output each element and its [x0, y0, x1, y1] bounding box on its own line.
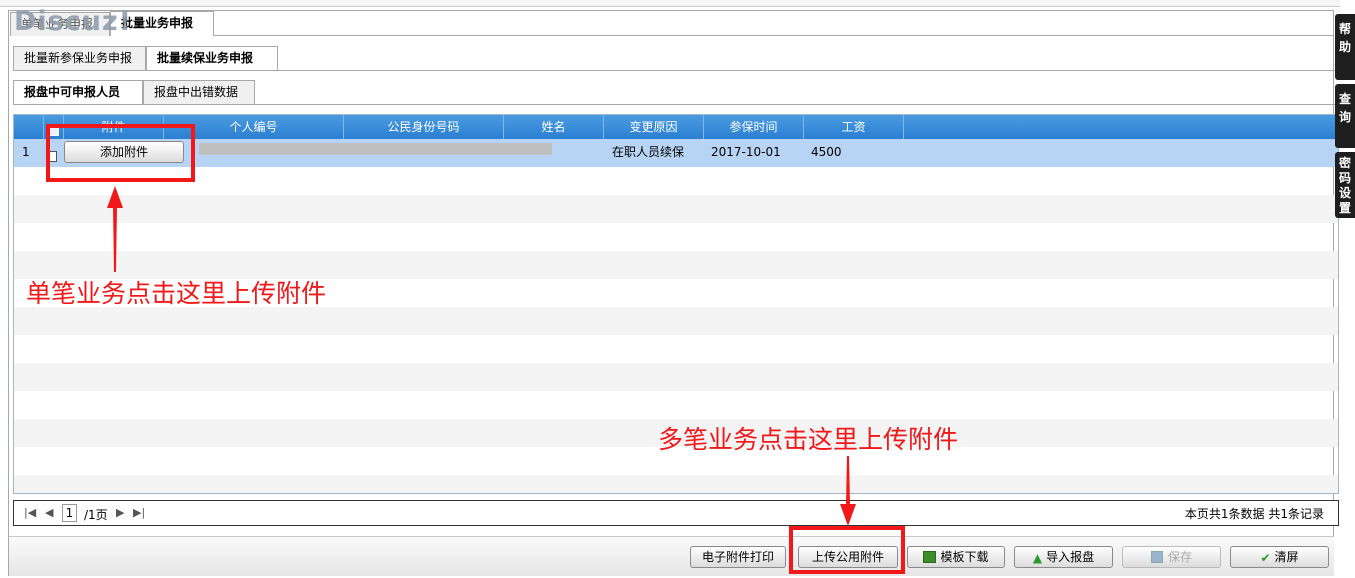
empty-row	[14, 195, 1338, 223]
grid-header: 附件 个人编号 公民身份号码 姓名 变更原因 参保时间 工资	[14, 115, 1338, 139]
side-tab-query[interactable]: 查询	[1335, 84, 1355, 148]
empty-row	[14, 223, 1338, 251]
first-page-icon[interactable]: |◀	[24, 506, 36, 519]
innertab-underline	[13, 104, 1339, 105]
top-strip	[0, 0, 1340, 7]
floppy-icon	[1150, 550, 1163, 563]
save-button[interactable]: 保存	[1122, 546, 1221, 568]
clear-button[interactable]: ✔ 清屏	[1230, 546, 1329, 568]
empty-row	[14, 363, 1338, 391]
arrow-down-icon	[840, 456, 856, 526]
side-tab-password[interactable]: 密码设置	[1335, 152, 1355, 218]
tab-underline	[214, 35, 1334, 36]
empty-row	[14, 335, 1338, 363]
import-label: 导入报盘	[1046, 550, 1095, 564]
watermark-logo: Discuz!	[14, 6, 132, 37]
excel-icon	[923, 550, 937, 563]
redacted-id-bar	[199, 143, 552, 155]
annotation-single: 单笔业务点击这里上传附件	[26, 279, 327, 308]
row-start-date: 2017-10-01	[711, 145, 781, 159]
prev-page-icon[interactable]: ◀	[45, 506, 53, 519]
page-number-input[interactable]: 1	[62, 504, 77, 522]
header-salary: 工资	[804, 115, 904, 139]
next-page-icon[interactable]: ▶	[116, 506, 124, 519]
row-reason: 在职人员续保	[612, 145, 685, 159]
last-page-icon[interactable]: ▶|	[133, 506, 145, 519]
tab-batch-new-insurance[interactable]: 批量新参保业务申报	[13, 46, 146, 70]
arrow-up-icon	[107, 186, 123, 272]
empty-row	[14, 307, 1338, 335]
empty-row	[14, 391, 1338, 419]
app-frame: 单笔业务申报 批量业务申报 Discuz! 批量新参保业务申报 批量续保业务申报…	[0, 0, 1355, 578]
pager: |◀ ◀ 1 /1页 ▶ ▶| 本页共1条数据 共1条记录	[13, 500, 1339, 526]
header-index	[14, 115, 44, 139]
page-total: /1页	[84, 508, 108, 522]
side-tab-query-label: 查询	[1339, 92, 1352, 124]
check-icon: ✔	[1260, 550, 1271, 565]
side-tab-help[interactable]: 帮助	[1335, 14, 1355, 80]
import-button[interactable]: ▲ 导入报盘	[1014, 546, 1113, 568]
table-row[interactable]: 1 添加附件 在职人员续保 2017-10-01 4500	[14, 139, 1338, 167]
header-name: 姓名	[504, 115, 604, 139]
upload-icon: ▲	[1032, 550, 1043, 565]
row-index: 1	[22, 145, 30, 159]
highlight-box-single	[46, 124, 195, 182]
header-reason: 变更原因	[604, 115, 704, 139]
header-start-date: 参保时间	[704, 115, 804, 139]
annotation-multi: 多笔业务点击这里上传附件	[658, 425, 959, 454]
save-label: 保存	[1167, 550, 1192, 564]
clear-label: 清屏	[1274, 550, 1299, 564]
tab-declarable-persons[interactable]: 报盘中可申报人员	[13, 80, 143, 105]
template-download-button[interactable]: 模板下载	[907, 546, 1005, 568]
empty-row	[14, 475, 1338, 493]
tab-batch-renewal[interactable]: 批量续保业务申报	[146, 46, 278, 71]
row-salary: 4500	[811, 145, 842, 159]
empty-row	[14, 167, 1338, 195]
print-attachment-button[interactable]: 电子附件打印	[690, 546, 786, 568]
side-tab-help-label: 帮助	[1339, 22, 1352, 54]
tab-error-data[interactable]: 报盘中出错数据	[143, 80, 255, 104]
header-id-no: 公民身份号码	[344, 115, 504, 139]
subtab-underline	[13, 70, 1339, 71]
side-tab-password-label: 密码设置	[1339, 156, 1352, 215]
highlight-box-multi	[789, 526, 905, 574]
template-download-label: 模板下载	[940, 550, 989, 564]
page-summary: 本页共1条数据 共1条记录	[1184, 507, 1324, 521]
